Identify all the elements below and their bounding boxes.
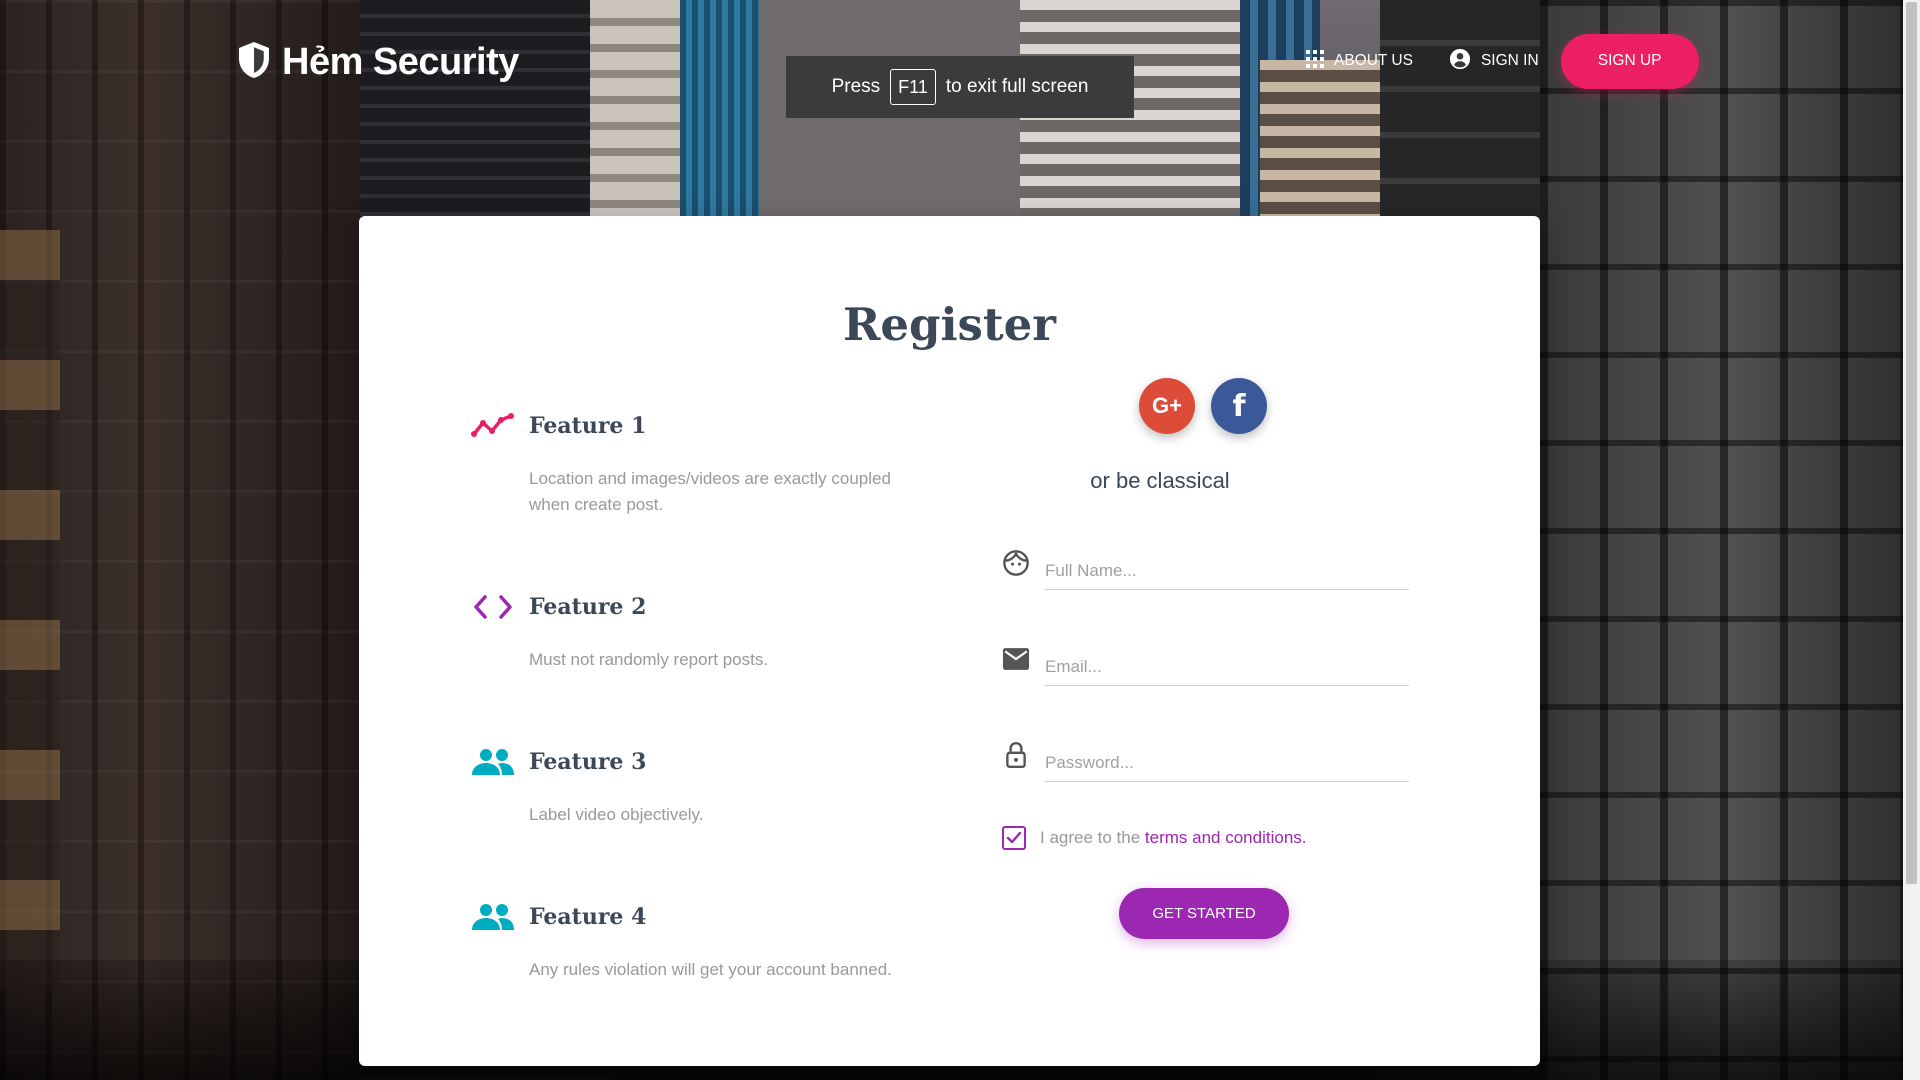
sign-up-button[interactable]: SIGN UP — [1560, 33, 1699, 89]
brand-name: Hẻm Security — [282, 41, 519, 83]
fullname-field — [999, 546, 1409, 590]
group-icon — [471, 744, 515, 780]
agree-text: I agree to the — [1040, 828, 1141, 847]
feature-desc: Location and images/videos are exactly c… — [529, 469, 891, 514]
account-circle-icon — [1449, 48, 1471, 75]
about-us-label: ABOUT US — [1334, 52, 1413, 69]
terms-agreement: I agree to the terms and conditions. — [1002, 826, 1307, 850]
social-login: G+ f — [1139, 378, 1267, 434]
agree-checkbox[interactable] — [1002, 826, 1026, 850]
sign-in-link[interactable]: SIGN IN — [1431, 34, 1557, 88]
get-started-button[interactable]: GET STARTED — [1119, 888, 1289, 939]
apps-grid-icon — [1306, 49, 1324, 73]
face-icon — [999, 546, 1033, 580]
fullscreen-toast: Press F11 to exit full screen — [786, 56, 1134, 118]
mail-icon — [999, 642, 1033, 676]
feature-item-2: Feature 2 Must not randomly report posts… — [471, 589, 931, 673]
email-input[interactable] — [1045, 649, 1409, 686]
toast-key: F11 — [890, 69, 936, 105]
feature-title: Feature 4 — [529, 904, 647, 930]
email-field — [999, 642, 1409, 686]
shield-icon — [236, 40, 272, 85]
nav-menu: ABOUT US SIGN IN SIGN UP — [1288, 33, 1699, 89]
trending-icon — [471, 408, 515, 444]
terms-link[interactable]: terms and conditions — [1145, 828, 1302, 847]
about-us-link[interactable]: ABOUT US — [1288, 34, 1431, 88]
toast-prefix: Press — [831, 76, 881, 97]
feature-title: Feature 2 — [529, 594, 647, 620]
feature-item-4: Feature 4 Any rules violation will get y… — [471, 899, 931, 983]
scrollbar-thumb[interactable] — [1906, 2, 1917, 884]
code-icon — [471, 589, 515, 625]
lock-icon — [999, 738, 1033, 772]
check-icon — [1006, 831, 1022, 844]
feature-desc: Any rules violation will get your accoun… — [529, 960, 892, 979]
google-plus-button[interactable]: G+ — [1139, 378, 1195, 434]
terms-suffix: . — [1301, 828, 1307, 847]
feature-title: Feature 3 — [529, 749, 647, 775]
feature-item-1: Feature 1 Location and images/videos are… — [471, 408, 931, 518]
page-title: Register — [842, 298, 1057, 351]
or-be-classical-text: or be classical — [1090, 468, 1230, 493]
brand-logo[interactable]: Hẻm Security — [236, 40, 519, 85]
fullname-input[interactable] — [1045, 553, 1409, 590]
sign-in-label: SIGN IN — [1480, 52, 1539, 69]
toast-suffix: to exit full screen — [945, 76, 1089, 97]
register-card: Register Feature 1 Location and images/v… — [359, 216, 1540, 1066]
page-scrollbar[interactable] — [1903, 0, 1920, 1080]
password-input[interactable] — [1045, 745, 1409, 782]
feature-item-3: Feature 3 Label video objectively. — [471, 744, 931, 828]
feature-desc: Must not randomly report posts. — [529, 650, 769, 669]
feature-title: Feature 1 — [529, 413, 647, 439]
password-field — [999, 738, 1409, 782]
group-icon — [471, 899, 515, 935]
facebook-button[interactable]: f — [1211, 378, 1267, 434]
feature-desc: Label video objectively. — [529, 805, 704, 824]
